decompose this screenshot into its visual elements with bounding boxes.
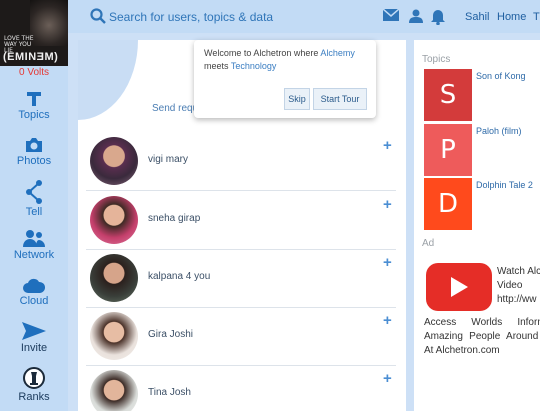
sidebar-item-ranks[interactable]: Ranks bbox=[0, 367, 68, 403]
play-icon bbox=[451, 277, 468, 297]
avatar[interactable] bbox=[90, 137, 138, 185]
add-friend-button[interactable]: + bbox=[383, 137, 392, 154]
top-bar: Sahil Home T bbox=[68, 0, 540, 33]
list-item: kalpana 4 you + bbox=[86, 250, 396, 308]
person-name[interactable]: sneha girap bbox=[148, 213, 200, 224]
cloud-icon bbox=[23, 278, 46, 293]
technology-link[interactable]: Technology bbox=[231, 61, 277, 71]
add-friend-button[interactable]: + bbox=[383, 196, 392, 213]
add-friend-button[interactable]: + bbox=[383, 254, 392, 271]
topic-item[interactable]: D Dolphin Tale 2 bbox=[424, 178, 540, 230]
list-item: Gira Joshi + bbox=[86, 308, 396, 366]
album-line2: (EMINƎM) bbox=[3, 51, 59, 63]
ad-url: http://ww bbox=[497, 294, 537, 305]
ad-line: Video bbox=[497, 280, 523, 291]
mail-icon[interactable] bbox=[383, 9, 399, 21]
panel-decor bbox=[78, 40, 138, 120]
camera-icon bbox=[26, 138, 42, 152]
alchemy-link[interactable]: Alchemy bbox=[320, 48, 355, 58]
share-icon bbox=[26, 180, 42, 204]
meets-text: meets bbox=[204, 61, 229, 71]
sidebar-item-label: Tell bbox=[25, 206, 43, 218]
person-name[interactable]: kalpana 4 you bbox=[148, 271, 210, 282]
video-ad-thumbnail[interactable] bbox=[426, 263, 492, 311]
volts-count: 0 Volts bbox=[18, 67, 50, 78]
sidebar: LOVE THE WAY YOU LIE (EMINƎM) 0 Volts To… bbox=[0, 0, 68, 411]
sidebar-item-topics[interactable]: Topics bbox=[0, 91, 68, 121]
user-icon[interactable] bbox=[409, 9, 423, 23]
avatar[interactable] bbox=[90, 370, 138, 411]
sidebar-item-invite[interactable]: Invite bbox=[0, 322, 68, 354]
search-input[interactable] bbox=[109, 8, 339, 25]
send-icon bbox=[22, 322, 46, 340]
list-item: vigi mary + bbox=[86, 133, 396, 191]
ad-heading: Ad bbox=[422, 238, 435, 249]
ad-line: Watch Alc bbox=[497, 266, 540, 277]
ad-text[interactable]: Watch Alc Video http://ww bbox=[497, 265, 540, 307]
right-panel: Topics S Son of Kong P Paloh (film) D Do… bbox=[414, 40, 540, 411]
add-friend-button[interactable]: + bbox=[383, 312, 392, 329]
send-requests-label: Send requ bbox=[152, 103, 199, 114]
sidebar-item-label: Topics bbox=[18, 109, 50, 121]
sidebar-item-photos[interactable]: Photos bbox=[0, 137, 68, 167]
album-art[interactable]: LOVE THE WAY YOU LIE (EMINƎM) bbox=[0, 0, 68, 66]
list-item: sneha girap + bbox=[86, 192, 396, 250]
overflow-link[interactable]: T bbox=[533, 11, 540, 23]
welcome-text: Welcome to Alchetron where bbox=[204, 48, 319, 58]
topic-item[interactable]: P Paloh (film) bbox=[424, 124, 540, 176]
sidebar-item-label: Network bbox=[13, 249, 55, 261]
skip-button[interactable]: Skip bbox=[284, 88, 310, 110]
add-friend-button[interactable]: + bbox=[383, 370, 392, 387]
start-tour-button[interactable]: Start Tour bbox=[313, 88, 367, 110]
topic-thumbnail[interactable]: D bbox=[424, 178, 472, 230]
topic-title[interactable]: Paloh (film) bbox=[476, 126, 522, 136]
person-name[interactable]: vigi mary bbox=[148, 154, 188, 165]
sidebar-item-network[interactable]: Network bbox=[0, 229, 68, 261]
person-name[interactable]: Tina Josh bbox=[148, 387, 191, 398]
topic-title[interactable]: Dolphin Tale 2 bbox=[476, 180, 533, 190]
sidebar-item-label: Ranks bbox=[18, 391, 50, 403]
welcome-message: Welcome to Alchetron where Alchemy meets… bbox=[204, 47, 372, 73]
album-face bbox=[30, 0, 68, 46]
topic-title[interactable]: Son of Kong bbox=[476, 71, 526, 81]
topic-thumbnail[interactable]: P bbox=[424, 124, 472, 176]
list-item: Tina Josh + bbox=[86, 366, 396, 411]
person-name[interactable]: Gira Joshi bbox=[148, 329, 193, 340]
user-name-link[interactable]: Sahil bbox=[465, 11, 489, 23]
welcome-tour-popup: Welcome to Alchetron where Alchemy meets… bbox=[194, 40, 376, 118]
home-link[interactable]: Home bbox=[497, 11, 526, 23]
topics-icon bbox=[27, 92, 41, 106]
bell-icon[interactable] bbox=[431, 9, 445, 25]
search-icon[interactable] bbox=[90, 8, 106, 24]
topic-thumbnail[interactable]: S bbox=[424, 69, 472, 121]
ad-description: Access Worlds Informat Amazing People Ar… bbox=[424, 317, 540, 356]
sidebar-item-tell[interactable]: Tell bbox=[0, 180, 68, 218]
sidebar-item-cloud[interactable]: Cloud bbox=[0, 277, 68, 307]
avatar[interactable] bbox=[90, 196, 138, 244]
ranks-icon bbox=[23, 367, 45, 389]
sidebar-item-label: Photos bbox=[16, 155, 52, 167]
avatar[interactable] bbox=[90, 312, 138, 360]
sidebar-item-label: Cloud bbox=[19, 295, 49, 307]
topic-item[interactable]: S Son of Kong bbox=[424, 69, 540, 121]
network-icon bbox=[23, 230, 45, 247]
sidebar-item-label: Invite bbox=[20, 342, 48, 354]
topics-heading: Topics bbox=[422, 54, 451, 65]
avatar[interactable] bbox=[90, 254, 138, 302]
